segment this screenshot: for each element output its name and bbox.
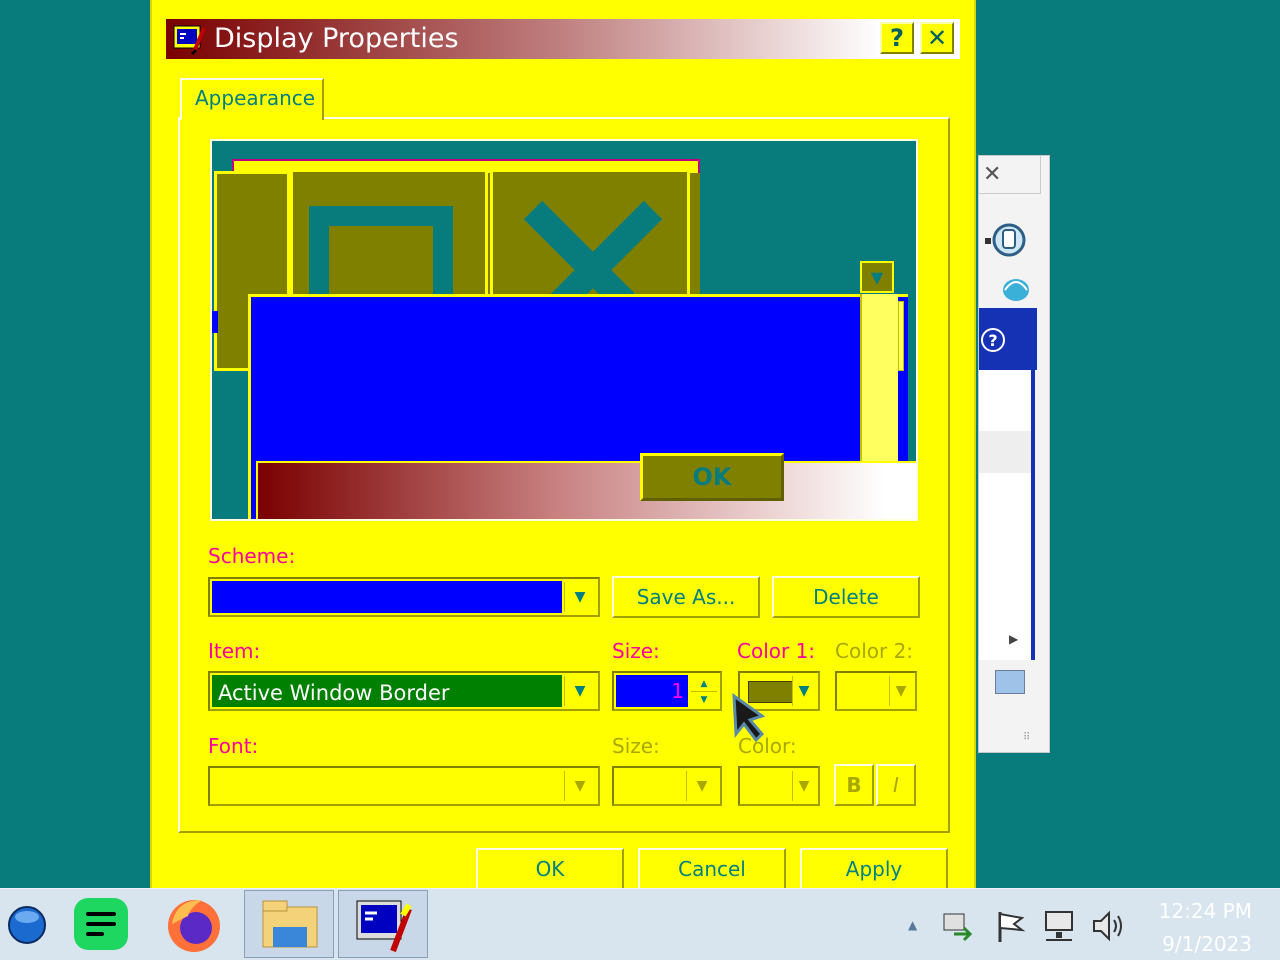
- font-select: ▼: [208, 766, 600, 806]
- preview-caret: [212, 311, 218, 333]
- preview-ok-button: OK: [640, 453, 784, 501]
- size-label: Size:: [612, 639, 660, 663]
- ok-button[interactable]: OK: [476, 848, 624, 890]
- close-button[interactable]: ✕: [920, 22, 954, 54]
- close-icon[interactable]: ✕: [979, 156, 1041, 194]
- apply-button[interactable]: Apply: [800, 848, 948, 890]
- shell-icon: [1003, 279, 1029, 301]
- preview-scrollbar: [860, 294, 898, 462]
- start-orb-icon[interactable]: [6, 904, 48, 946]
- chevron-down-icon: ▼: [686, 771, 717, 801]
- dialog-title: Display Properties: [214, 23, 459, 54]
- background-window-row: [979, 431, 1031, 473]
- tab-appearance[interactable]: Appearance: [180, 78, 324, 120]
- preview-scroll-down-icon: ▼: [860, 261, 894, 293]
- color2-picker: ▼: [835, 671, 917, 711]
- bold-button: B: [834, 764, 874, 806]
- chevron-right-icon[interactable]: ▶: [1009, 632, 1018, 646]
- resize-grip-icon[interactable]: ⠿: [1023, 732, 1030, 743]
- clock-time: 12:24 PM: [1158, 899, 1252, 923]
- mouse-cursor-icon: [732, 692, 766, 743]
- delete-button[interactable]: Delete: [772, 576, 920, 618]
- font-size-label: Size:: [612, 734, 660, 758]
- save-as-button[interactable]: Save As...: [612, 576, 760, 618]
- file-explorer-icon: [262, 900, 318, 948]
- color1-label: Color 1:: [737, 639, 816, 663]
- picture-icon: [995, 670, 1025, 694]
- chevron-down-icon: ▼: [889, 676, 912, 706]
- color2-label: Color 2:: [835, 639, 914, 663]
- scheme-label: Scheme:: [208, 544, 296, 568]
- item-size-value[interactable]: 1: [616, 675, 688, 707]
- item-select[interactable]: Active Window Border ▼: [208, 671, 600, 711]
- network-icon[interactable]: [1042, 908, 1078, 944]
- clock-date: 9/1/2023: [1162, 932, 1252, 956]
- cancel-button[interactable]: Cancel: [638, 848, 786, 890]
- network-transfer-icon[interactable]: [940, 908, 976, 944]
- file-explorer-task[interactable]: [244, 890, 334, 958]
- volume-icon[interactable]: [1090, 908, 1126, 944]
- display-properties-task[interactable]: [338, 890, 428, 958]
- scheme-value: [212, 581, 562, 613]
- item-value: Active Window Border: [212, 675, 562, 707]
- close-icon: ✕: [926, 24, 948, 52]
- appearance-preview[interactable]: ▼ OK: [210, 139, 918, 521]
- tray-overflow-icon[interactable]: ▲: [908, 918, 917, 932]
- help-button[interactable]: ?: [880, 22, 914, 54]
- notes-app-icon[interactable]: [72, 896, 130, 952]
- chevron-down-icon: ▼: [564, 771, 595, 801]
- flag-icon[interactable]: [994, 908, 1030, 944]
- help-icon: ?: [890, 24, 904, 52]
- device-icon: [985, 219, 1028, 261]
- font-label: Font:: [208, 734, 259, 758]
- preview-scrollbar-edge: [898, 301, 904, 371]
- font-color-picker: ▼: [738, 766, 820, 806]
- item-label: Item:: [208, 639, 261, 663]
- display-properties-icon: [173, 25, 206, 56]
- background-window: ✕ ? ▶ ⠿: [978, 155, 1050, 753]
- chevron-down-icon[interactable]: ▼: [564, 582, 595, 612]
- chevron-down-icon: ▼: [792, 771, 815, 801]
- chevron-down-icon[interactable]: ▼: [792, 676, 815, 706]
- preview-active-titlebar: [256, 461, 916, 519]
- background-window-panel: [979, 370, 1035, 660]
- help-icon[interactable]: ?: [981, 328, 1005, 352]
- font-size-select: ▼: [612, 766, 722, 806]
- firefox-icon[interactable]: [162, 894, 226, 954]
- display-properties-icon: [356, 900, 412, 953]
- scheme-select[interactable]: ▼: [208, 577, 600, 617]
- chevron-down-icon[interactable]: ▼: [564, 676, 595, 706]
- italic-button: I: [876, 764, 916, 806]
